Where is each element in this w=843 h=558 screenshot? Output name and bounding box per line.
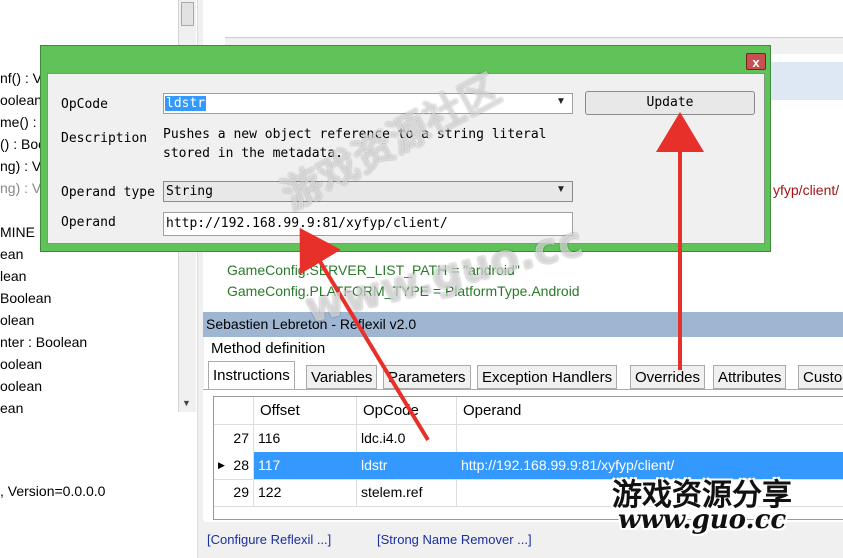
- watermark-url: www.guo.cc: [618, 505, 787, 535]
